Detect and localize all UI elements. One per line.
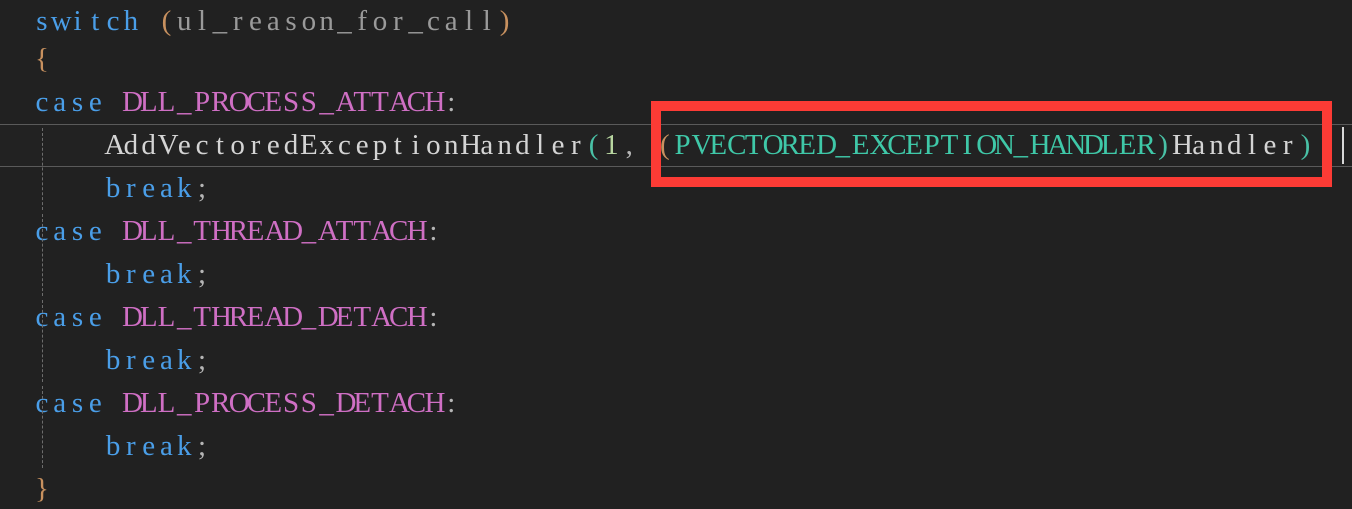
code-token: ; — [198, 344, 207, 376]
code-line[interactable]: Ad dVe c t o r e dEx c e p t i o nHa n d l e r(1, (PVECTORE… — [0, 124, 1352, 167]
code-line[interactable]: s wi t c h (u l _ r e a s o n _ f o r _ c a l l) — [0, 0, 1352, 43]
code-line-text: case DLL_THREAD_DETACH: — [0, 296, 442, 339]
code-line[interactable]: case DLL_THREAD_DETACH: — [0, 296, 1352, 339]
code-token: DLL_THREAD_ATTACH — [121, 215, 428, 247]
code-token: : — [429, 215, 438, 247]
code-token: PVECTORED_EXCEPT I ON_HANDLER — [674, 129, 1156, 161]
code-line[interactable]: case DLL_PROCESS_ATTACH: — [0, 81, 1352, 124]
code-token: case — [35, 301, 102, 333]
code-token: ) — [499, 5, 510, 37]
code-line-text: b r e a k; — [0, 253, 211, 296]
code-line-text: case DLL_THREAD_ATTACH: — [0, 210, 442, 253]
code-token: case — [35, 86, 102, 118]
code-surface[interactable]: s wi t c h (u l _ r e a s o n _ f o r _ c a l l){c a s e DLL_PRO… — [0, 0, 1352, 509]
code-token: u l _ r e a s o n _ f o r _ c a l l — [177, 5, 491, 37]
code-token: 1 — [604, 129, 619, 161]
text-caret — [1342, 127, 1344, 164]
code-line-text: { — [0, 38, 51, 81]
code-token: Ad dVe c t o r e dEx c e p t i o nHa n d l e r — [104, 129, 581, 161]
code-token: break — [105, 172, 192, 204]
code-line[interactable]: b r e a k; — [0, 253, 1352, 296]
code-line[interactable]: b r e a k; — [0, 425, 1352, 468]
code-token: ) — [1158, 129, 1168, 161]
code-line[interactable]: } — [0, 468, 1352, 509]
code-token: ; — [198, 172, 207, 204]
code-line-text: b r e a k; — [0, 167, 211, 210]
code-line-text: b r e a k; — [0, 425, 211, 468]
code-token: ; — [198, 430, 207, 462]
code-token: { — [34, 43, 49, 75]
code-token: ) — [1300, 129, 1311, 161]
code-token: , — [625, 129, 633, 161]
code-line[interactable]: case DLL_THREAD_ATTACH: — [0, 210, 1352, 253]
code-line[interactable]: { — [0, 38, 1352, 81]
code-token: ( — [659, 129, 670, 161]
code-token: : — [447, 387, 456, 419]
code-line[interactable]: case DLL_PROCESS_DETACH: — [0, 382, 1352, 425]
code-line-text: s wi t c h (u l _ r e a s o n _ f o r _ c a l l) — [0, 0, 514, 43]
code-line-text: } — [0, 468, 51, 509]
code-token: ( — [588, 129, 599, 161]
code-token: s wi t c h — [36, 5, 139, 37]
code-token: DLL_PROCESS_ATTACH — [121, 86, 446, 118]
code-line[interactable]: b r e a k; — [0, 167, 1352, 210]
code-token: } — [34, 473, 49, 505]
code-line-text: case DLL_PROCESS_ATTACH: — [0, 81, 460, 124]
code-token: case — [35, 215, 102, 247]
code-editor-viewport[interactable]: s wi t c h (u l _ r e a s o n _ f o r _ c a l l){c a s e DLL_PRO… — [0, 0, 1352, 509]
code-token: : — [429, 301, 438, 333]
code-token: break — [105, 258, 192, 290]
code-line-text: b r e a k; — [0, 339, 211, 382]
code-token: Ha n d l e r — [1172, 129, 1293, 161]
code-token: DLL_THREAD_DETACH — [121, 301, 428, 333]
code-line[interactable]: b r e a k; — [0, 339, 1352, 382]
code-token: : — [447, 86, 456, 118]
code-token: break — [105, 344, 192, 376]
code-token: case — [35, 387, 102, 419]
code-line-text: Ad dVe c t o r e dEx c e p t i o nHa n d l e r(1, (PVECTORE… — [0, 124, 1314, 167]
code-token: break — [105, 430, 192, 462]
code-token: DLL_PROCESS_DETACH — [121, 387, 446, 419]
code-line-text: case DLL_PROCESS_DETACH: — [0, 382, 460, 425]
code-token: ( — [161, 5, 172, 37]
code-token: ; — [198, 258, 207, 290]
